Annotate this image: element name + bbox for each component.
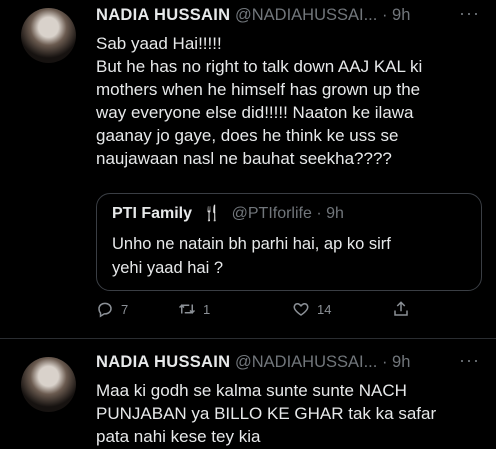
tweet-text-line: gaanay jo gaye, does he think ke uss se: [96, 126, 399, 145]
author-handle[interactable]: @NADIAHUSSAI...: [235, 353, 377, 371]
share-icon: [394, 301, 408, 316]
quoted-timestamp: 9h: [326, 205, 344, 222]
tweet-text: Maa ki godh se kalma sunte sunte NACH PU…: [96, 379, 488, 448]
timestamp[interactable]: 9h: [392, 6, 410, 24]
retweet-count: 1: [203, 301, 211, 317]
separator-dot: ·: [381, 6, 388, 24]
quoted-tweet-header: PTI Family 🍴 @PTIforlife · 9h: [112, 204, 344, 223]
share-button[interactable]: [392, 300, 417, 318]
tweet-text-line: Maa ki godh se kalma sunte sunte NACH: [96, 381, 407, 400]
separator-dot: ·: [381, 353, 388, 371]
tweet-text-line: naujawaan nasl ne bauhat seekha????: [96, 149, 392, 168]
avatar[interactable]: [21, 8, 76, 63]
quoted-author-name: PTI Family: [112, 205, 193, 222]
quoted-text-line: Unho ne natain bh parhi hai, ap ko sirf: [112, 235, 391, 253]
tweet-text-line: Sab yaad Hai!!!!!: [96, 34, 222, 53]
tweet-text: Sab yaad Hai!!!!! But he has no right to…: [96, 32, 488, 170]
tweet-header: NADIA HUSSAIN @NADIAHUSSAI... · 9h ···: [96, 350, 488, 372]
avatar[interactable]: [21, 357, 76, 412]
retweet-icon: [178, 304, 196, 314]
tweet-text-line: PUNJABAN ya BILLO KE GHAR tak ka safar: [96, 404, 437, 423]
like-count: 14: [317, 301, 332, 317]
tweet-text-line: way everyone else did!!!!! Naaton ke ila…: [96, 103, 414, 122]
tweet-text-line: pata nahi kese tey kia: [96, 427, 261, 446]
author-name[interactable]: NADIA HUSSAIN: [96, 6, 230, 24]
reply-count: 7: [121, 301, 129, 317]
retweet-button[interactable]: 1: [178, 300, 210, 318]
more-options-button[interactable]: ···: [459, 3, 480, 24]
tweet-text-line: mothers when he himself has grown up the: [96, 80, 421, 99]
tweet-text-line: But he has no right to talk down AAJ KAL…: [96, 57, 423, 76]
like-button[interactable]: 14: [292, 300, 331, 318]
more-options-button[interactable]: ···: [459, 350, 480, 371]
quoted-tweet[interactable]: PTI Family 🍴 @PTIforlife · 9h Unho ne na…: [96, 193, 482, 291]
tweet[interactable]: NADIA HUSSAIN @NADIAHUSSAI... · 9h ··· M…: [0, 339, 496, 449]
author-handle[interactable]: @NADIAHUSSAI...: [235, 6, 377, 24]
author-name[interactable]: NADIA HUSSAIN: [96, 353, 230, 371]
quoted-text-line: yehi yaad hai ?: [112, 259, 223, 277]
tweet-actions: 7 1 14: [96, 300, 466, 324]
quoted-author-handle: @PTIforlife: [231, 205, 312, 222]
tweet[interactable]: NADIA HUSSAIN @NADIAHUSSAI... · 9h ··· S…: [0, 0, 496, 339]
reply-icon: [98, 302, 112, 318]
reply-button[interactable]: 7: [96, 300, 128, 318]
separator-dot: ·: [316, 205, 322, 222]
tweet-header: NADIA HUSSAIN @NADIAHUSSAI... · 9h ···: [96, 3, 488, 25]
timestamp[interactable]: 9h: [392, 353, 410, 371]
quoted-tweet-text: Unho ne natain bh parhi hai, ap ko sirf …: [112, 232, 467, 280]
like-icon: [293, 302, 309, 316]
fork-knife-icon: 🍴: [202, 205, 222, 222]
